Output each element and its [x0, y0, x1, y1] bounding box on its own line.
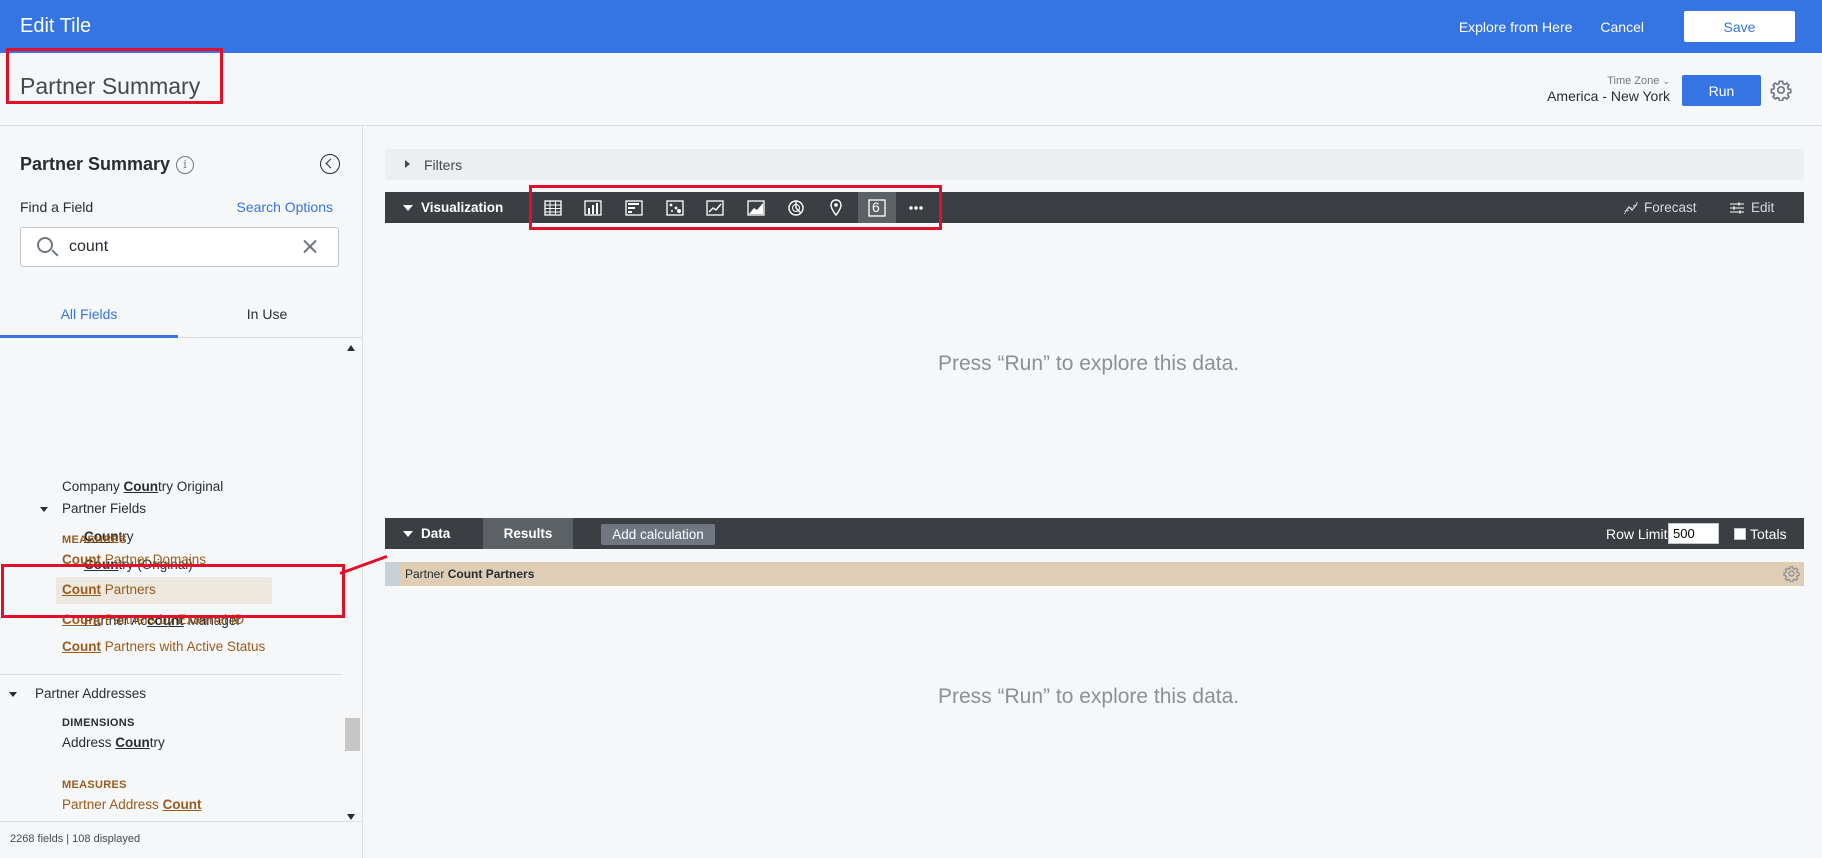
group-partner-fields[interactable]: Partner Fields [62, 501, 146, 516]
caret-down-icon[interactable] [403, 531, 413, 537]
field-count-footer: 2268 fields | 108 displayed [0, 821, 362, 858]
bar-chart-icon[interactable] [624, 198, 644, 218]
pie-chart-icon[interactable] [786, 198, 806, 218]
scatter-chart-icon[interactable] [665, 198, 685, 218]
line-chart-icon[interactable] [705, 198, 725, 218]
area-chart-icon[interactable] [746, 198, 766, 218]
field-picker-panel: Partner Summary i Find a Field Search Op… [0, 126, 363, 858]
row-number-column [385, 562, 399, 586]
field-company-country-original[interactable]: Company Country Original [62, 479, 223, 494]
visualization-label[interactable]: Visualization [421, 200, 503, 215]
column-chart-icon[interactable] [583, 198, 603, 218]
measures-label: MEASURES [62, 534, 127, 546]
tab-all-fields[interactable]: All Fields [0, 290, 178, 338]
chevron-down-icon: ⌄ [1662, 76, 1670, 86]
row-limit-label: Row Limit [1606, 526, 1668, 542]
collapse-panel-icon[interactable] [320, 154, 340, 174]
caret-down-icon[interactable] [9, 692, 17, 697]
scroll-down-icon[interactable] [347, 814, 355, 820]
run-button[interactable]: Run [1682, 75, 1761, 106]
field-tabs: All Fields In Use [0, 290, 362, 338]
tab-results[interactable]: Results [483, 518, 573, 549]
gear-icon[interactable] [1770, 79, 1792, 102]
scroll-up-icon[interactable] [347, 345, 355, 351]
scroll-thumb[interactable] [345, 718, 360, 751]
field-partner-address-count[interactable]: Partner Address Count [62, 797, 202, 812]
dimensions-label: DIMENSIONS [62, 717, 135, 729]
measures-label: MEASURES [62, 779, 127, 791]
gear-icon[interactable] [1783, 565, 1800, 583]
close-icon[interactable] [302, 238, 318, 254]
column-header-count-partners[interactable]: Partner Count Partners [405, 567, 534, 581]
map-pin-icon[interactable] [826, 198, 846, 218]
data-bar: Data Results Add calculation Row Limit T… [385, 518, 1804, 549]
group-partner-addresses[interactable]: Partner Addresses [35, 686, 146, 701]
field-search-box[interactable] [20, 227, 339, 267]
field-address-country[interactable]: Address Country [62, 735, 165, 750]
search-options-link[interactable]: Search Options [237, 199, 334, 215]
filters-bar[interactable]: Filters [385, 149, 1804, 180]
visualization-bar: Visualization 6 Forecast Edit [385, 192, 1804, 223]
forecast-button[interactable]: Forecast [1644, 200, 1697, 215]
field-count-partner-domains[interactable]: Count Partner Domains [62, 552, 206, 564]
save-button[interactable]: Save [1684, 11, 1795, 42]
field-count-partners-by-external-id[interactable]: Count Partners by External ID [62, 612, 244, 627]
data-label[interactable]: Data [421, 526, 450, 541]
caret-right-icon [405, 160, 410, 168]
field-count-partners[interactable]: Count Partners [62, 582, 156, 597]
edit-sliders-icon[interactable] [1727, 198, 1747, 218]
find-field-label: Find a Field [20, 199, 94, 215]
table-icon[interactable] [543, 198, 563, 218]
data-empty-message: Press “Run” to explore this data. [938, 685, 1240, 708]
viz-empty-message: Press “Run” to explore this data. [938, 352, 1240, 375]
timezone-value: America - New York [1547, 88, 1670, 104]
single-value-icon[interactable]: 6 [867, 198, 887, 218]
field-count-partners-active[interactable]: Count Partners with Active Status [62, 639, 265, 654]
tile-title-input[interactable]: Partner Summary [20, 73, 201, 103]
edit-tile-title: Edit Tile [20, 15, 92, 37]
top-bar: Edit Tile Explore from Here Cancel Save [0, 0, 1822, 53]
single-value-glyph: 6 [872, 199, 880, 215]
filters-label: Filters [424, 157, 463, 173]
explore-from-here-link[interactable]: Explore from Here [1459, 19, 1573, 35]
tab-in-use[interactable]: In Use [178, 290, 356, 338]
totals-label: Totals [1750, 526, 1787, 542]
caret-down-icon[interactable] [40, 507, 48, 512]
add-calculation-button[interactable]: Add calculation [601, 524, 715, 545]
row-limit-input[interactable] [1668, 523, 1719, 544]
field-search-input[interactable] [69, 236, 289, 258]
timezone-selector[interactable]: Time Zone ⌄ America - New York [1547, 75, 1670, 104]
timezone-label: Time Zone ⌄ [1607, 75, 1670, 87]
explore-title: Partner Summary [20, 154, 171, 174]
top-bar-actions: Explore from Here Cancel Save [1431, 11, 1795, 42]
cancel-link[interactable]: Cancel [1600, 19, 1644, 35]
results-column-header-row: Partner Count Partners [385, 562, 1804, 586]
more-icon[interactable] [906, 198, 926, 218]
field-list-scrollbar[interactable] [342, 340, 360, 824]
edit-button[interactable]: Edit [1751, 200, 1774, 215]
totals-checkbox[interactable] [1734, 528, 1746, 540]
forecast-icon[interactable] [1621, 198, 1641, 218]
search-icon [37, 237, 53, 253]
tile-header: Partner Summary Time Zone ⌄ America - Ne… [0, 48, 1822, 126]
divider [0, 674, 342, 675]
caret-down-icon[interactable] [403, 205, 413, 211]
info-icon[interactable]: i [176, 156, 194, 174]
